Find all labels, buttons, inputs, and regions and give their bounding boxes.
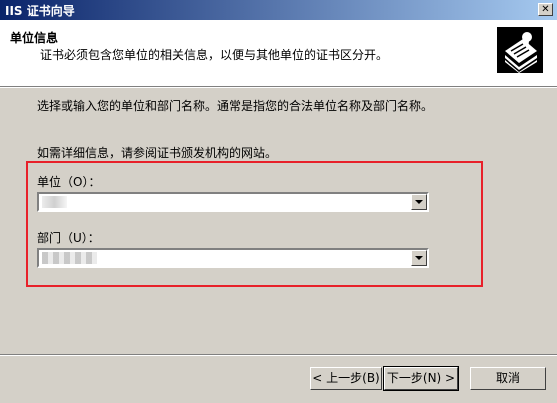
- cancel-button[interactable]: 取消: [470, 367, 546, 390]
- instruction-text: 选择或输入您的单位和部门名称。通常是指您的合法单位名称及部门名称。: [37, 99, 434, 113]
- wizard-header: 单位信息 证书必须包含您单位的相关信息，以便与其他单位的证书区分开。: [0, 20, 557, 86]
- department-value-redacted: [42, 252, 97, 264]
- header-title: 单位信息: [10, 31, 59, 45]
- back-button[interactable]: < 上一步(B): [310, 367, 382, 390]
- chevron-down-icon: [415, 200, 423, 204]
- close-button[interactable]: ✕: [538, 3, 553, 16]
- more-info-text: 如需详细信息，请参阅证书颁发机构的网站。: [37, 146, 278, 160]
- title-bar: IIS 证书向导 ✕: [0, 0, 557, 20]
- department-label: 部门（U）：: [37, 231, 100, 245]
- department-dropdown-button[interactable]: [411, 250, 427, 266]
- department-combobox[interactable]: [37, 248, 429, 268]
- chevron-down-icon: [415, 256, 423, 260]
- header-separator: [0, 86, 557, 88]
- organization-combobox[interactable]: [37, 192, 429, 212]
- next-button[interactable]: 下一步(N) >: [383, 366, 459, 391]
- organization-dropdown-button[interactable]: [411, 194, 427, 210]
- footer-separator: [0, 354, 557, 356]
- organization-value-redacted: [42, 196, 67, 208]
- organization-label: 单位（O）：: [37, 175, 101, 189]
- header-subtitle: 证书必须包含您单位的相关信息，以便与其他单位的证书区分开。: [40, 48, 389, 62]
- certificate-wizard-icon: [497, 27, 543, 73]
- window-title: IIS 证书向导: [5, 4, 75, 18]
